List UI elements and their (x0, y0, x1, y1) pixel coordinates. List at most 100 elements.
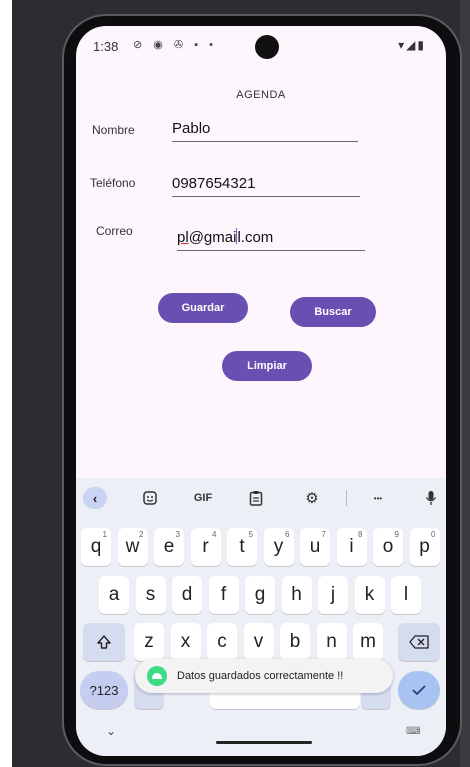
key-b[interactable]: b (280, 623, 310, 661)
key-label: m (360, 631, 376, 652)
status-time: 1:38 (93, 39, 119, 54)
correo-value-suffix: l.com (237, 229, 274, 246)
buscar-button[interactable]: Buscar (290, 297, 376, 327)
telefono-field[interactable]: 0987654321 (172, 175, 360, 197)
toolbar-divider (346, 490, 347, 506)
front-camera-icon (255, 35, 279, 59)
guardar-button[interactable]: Guardar (158, 293, 248, 323)
status-bar: 1:38 ⊘ ◉ ✇ ▪ • ▾◢▮ (76, 26, 446, 66)
more-options-icon[interactable]: ••• (366, 487, 390, 509)
key-o[interactable]: o9 (373, 528, 403, 566)
key-hint: 7 (321, 530, 326, 539)
gif-button[interactable]: GIF (189, 487, 217, 509)
key-label: v (253, 631, 264, 652)
correo-field[interactable]: pl@gmail.com (177, 228, 365, 251)
nombre-value: Pablo (172, 120, 211, 137)
correo-value-prefix: pl (177, 229, 189, 246)
phone-screen: 1:38 ⊘ ◉ ✇ ▪ • ▾◢▮ AGENDA Nombre Pablo T… (76, 26, 446, 756)
key-g[interactable]: g (245, 576, 275, 614)
key-hint: 6 (285, 530, 290, 539)
gear-icon[interactable]: ⚙ (302, 487, 322, 509)
key-n[interactable]: n (316, 623, 347, 661)
key-p[interactable]: p0 (409, 528, 440, 566)
key-f[interactable]: f (208, 576, 239, 614)
key-y[interactable]: y6 (263, 528, 294, 566)
notification-icons: ⊘ ◉ ✇ ▪ • (133, 39, 218, 51)
sticker-icon[interactable] (140, 487, 160, 509)
key-z[interactable]: z (134, 623, 164, 661)
key-l[interactable]: l (391, 576, 421, 614)
key-label: x (180, 631, 191, 652)
key-label: c (217, 631, 227, 652)
key-label: r (202, 536, 209, 557)
key-hint: 1 (102, 530, 107, 539)
keyboard-toolbar: ‹ GIF ⚙ ••• (76, 478, 446, 518)
key-d[interactable]: d (172, 576, 202, 614)
toast-text: Datos guardados correctamente !! (177, 670, 344, 682)
key-hint: 4 (212, 530, 217, 539)
correo-label: Correo (96, 224, 133, 238)
keyboard-back-icon[interactable]: ‹ (83, 487, 107, 509)
key-j[interactable]: j (318, 576, 348, 614)
page-title: AGENDA (236, 89, 286, 101)
key-label: l (403, 584, 409, 605)
keyboard-switch-icon[interactable]: ⌨ (406, 726, 420, 737)
key-m[interactable]: m (353, 623, 383, 661)
key-label: k (364, 584, 375, 605)
key-hint: 5 (248, 530, 253, 539)
key-label: p (419, 536, 430, 557)
key-c[interactable]: c (207, 623, 237, 661)
limpiar-button[interactable]: Limpiar (222, 351, 312, 381)
key-x[interactable]: x (170, 623, 201, 661)
left-window-strip (0, 0, 12, 767)
key-s[interactable]: s (135, 576, 166, 614)
key-k[interactable]: k (354, 576, 385, 614)
key-label: f (220, 584, 227, 605)
shift-key[interactable] (83, 623, 125, 661)
key-u[interactable]: u7 (300, 528, 330, 566)
key-w[interactable]: w2 (117, 528, 148, 566)
on-screen-keyboard: ‹ GIF ⚙ ••• ?123 q 1 w 2 e 3 r 4 t 5 y 6… (76, 478, 446, 756)
key-q[interactable]: q1 (81, 528, 111, 566)
key-label: h (291, 584, 302, 605)
backspace-key[interactable] (398, 623, 440, 661)
navigation-bar: ⌄ ⌨ (76, 716, 446, 756)
key-label: g (254, 584, 266, 605)
signal-battery-icon: ▾◢▮ (398, 38, 426, 52)
nombre-label: Nombre (92, 123, 135, 137)
key-label: y (273, 536, 284, 557)
home-gesture-bar[interactable] (216, 741, 312, 744)
key-label: n (326, 631, 337, 652)
key-hint: 3 (175, 530, 180, 539)
key-label: q (90, 536, 102, 557)
toast-message: Datos guardados correctamente !! (135, 659, 393, 693)
key-label: b (289, 631, 301, 652)
key-hint: 8 (358, 530, 363, 539)
key-t[interactable]: t5 (227, 528, 257, 566)
key-label: z (144, 631, 154, 652)
key-h[interactable]: h (281, 576, 312, 614)
key-label: j (330, 584, 336, 605)
key-label: s (145, 584, 156, 605)
microphone-icon[interactable] (423, 487, 439, 509)
key-label: e (163, 536, 175, 557)
key-r[interactable]: r4 (190, 528, 221, 566)
key-hint: 2 (139, 530, 144, 539)
key-a[interactable]: a (99, 576, 129, 614)
clipboard-icon[interactable] (246, 487, 266, 509)
symbols-key[interactable]: ?123 (80, 671, 128, 709)
key-hint: 0 (431, 530, 436, 539)
nombre-field[interactable]: Pablo (172, 120, 358, 142)
key-hint: 9 (394, 530, 399, 539)
key-i[interactable]: i8 (336, 528, 367, 566)
android-icon (147, 666, 167, 686)
key-e[interactable]: e3 (154, 528, 184, 566)
enter-key[interactable] (398, 671, 440, 709)
key-label: d (181, 584, 193, 605)
chevron-down-icon[interactable]: ⌄ (106, 724, 116, 738)
key-v[interactable]: v (243, 623, 274, 661)
telefono-value: 0987654321 (172, 175, 256, 192)
key-label: i (349, 536, 354, 557)
key-label: t (239, 536, 245, 557)
telefono-label: Teléfono (90, 176, 136, 190)
